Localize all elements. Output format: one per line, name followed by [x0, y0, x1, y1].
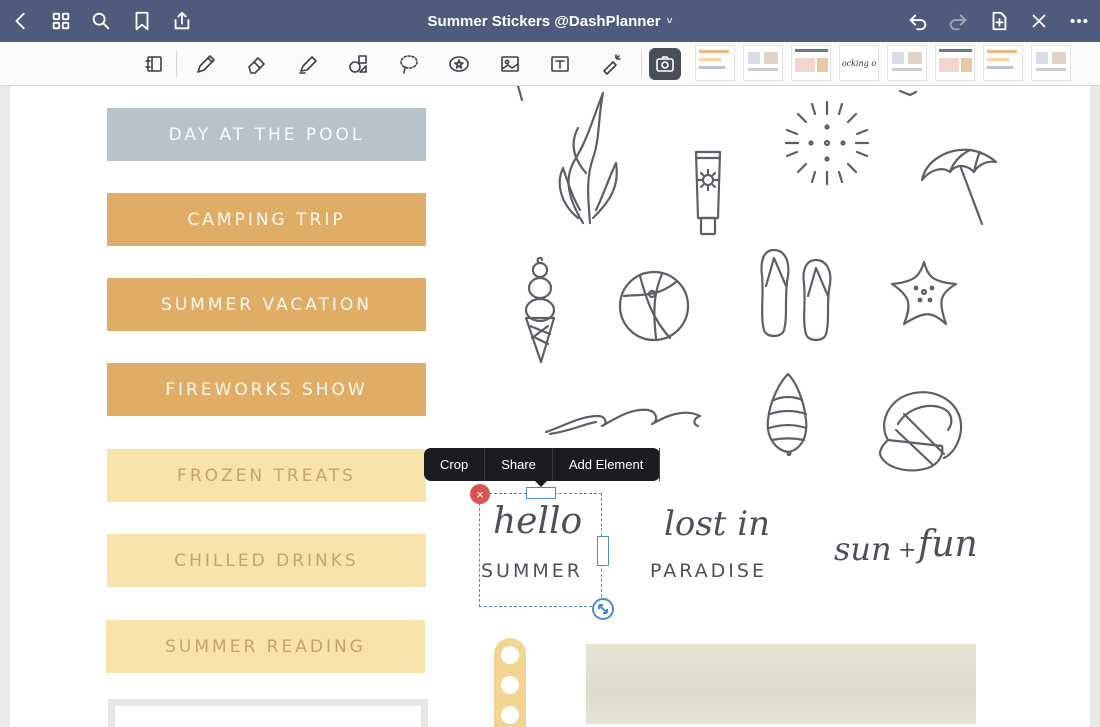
sticker-script-text: lost in	[664, 504, 771, 544]
page-thumbnails: ocking o	[695, 45, 1100, 83]
close-icon[interactable]	[1024, 6, 1054, 36]
label-sticker-chilled-drinks[interactable]: CHILLED DRINKS	[107, 534, 426, 587]
shapes-icon[interactable]	[342, 48, 374, 80]
laser-pointer-icon[interactable]	[595, 48, 627, 80]
search-icon[interactable]	[86, 6, 116, 36]
share-label: Share	[501, 457, 536, 472]
label-text: FROZEN TREATS	[177, 465, 356, 486]
page-thumbnail[interactable]	[695, 45, 735, 81]
sticker-page[interactable]: DAY AT THE POOL CAMPING TRIP SUMMER VACA…	[10, 86, 1090, 727]
frame-sticker[interactable]	[108, 699, 428, 727]
firework-sticker[interactable]	[782, 100, 872, 186]
notebook-icon[interactable]	[138, 48, 170, 80]
selection-top-handle[interactable]	[526, 487, 556, 499]
label-text: CHILLED DRINKS	[174, 550, 359, 571]
starfish-sticker[interactable]	[888, 258, 960, 330]
sticker-script-text: fun	[918, 524, 978, 565]
document-title: Summer Stickers @DashPlanner	[427, 12, 661, 30]
camera-icon[interactable]	[649, 48, 681, 80]
sticker-caps-text: PARADISE	[650, 560, 767, 582]
tab-strip-sticker[interactable]	[494, 638, 526, 727]
beach-umbrella-sticker[interactable]	[914, 142, 998, 228]
page-thumbnail[interactable]	[791, 45, 831, 81]
document-title-area: Summer Stickers @DashPlanner ˅	[0, 0, 1100, 42]
hole	[501, 676, 519, 694]
sticker-script-text: sun	[834, 530, 892, 568]
lost-in-paradise-sticker[interactable]: lost in PARADISE	[650, 504, 790, 584]
bookmark-icon[interactable]	[127, 6, 157, 36]
add-element-menu-item[interactable]: Add Element	[553, 448, 661, 481]
sunscreen-sticker[interactable]	[688, 146, 728, 238]
crop-menu-item[interactable]: Crop	[424, 448, 486, 481]
sun-hat-sticker[interactable]	[874, 384, 966, 476]
beach-ball-sticker[interactable]	[616, 268, 692, 344]
page-thumbnail[interactable]	[935, 45, 975, 81]
label-sticker-summer-reading[interactable]: SUMMER READING	[106, 620, 425, 673]
more-icon[interactable]	[1064, 6, 1094, 36]
label-text: FIREWORKS SHOW	[165, 379, 368, 400]
context-menu-arrow	[534, 480, 548, 487]
share-menu-item[interactable]: Share	[485, 448, 553, 481]
back-icon[interactable]	[6, 6, 36, 36]
thumbnail-text: ocking o	[841, 58, 877, 68]
selection-right-handle[interactable]	[597, 536, 609, 566]
eraser-icon[interactable]	[241, 48, 273, 80]
page-thumbnail[interactable]: ocking o	[839, 45, 879, 81]
add-page-icon[interactable]	[984, 6, 1014, 36]
label-text: SUMMER READING	[165, 636, 366, 657]
tool-bar: ocking o	[0, 42, 1100, 86]
page-thumbnail[interactable]	[983, 45, 1023, 81]
undo-icon[interactable]	[903, 6, 933, 36]
label-sticker-camping-trip[interactable]: CAMPING TRIP	[107, 193, 426, 246]
crop-label: Crop	[440, 457, 469, 472]
page-thumbnail[interactable]	[1031, 45, 1071, 81]
flip-flops-sticker[interactable]	[756, 246, 838, 346]
label-sticker-day-at-the-pool[interactable]: DAY AT THE POOL	[107, 108, 426, 161]
sun-fun-sticker[interactable]: sun + fun	[834, 516, 990, 586]
hole	[501, 706, 519, 724]
label-text: SUMMER VACATION	[160, 294, 373, 315]
hole	[501, 646, 519, 664]
washi-tape-sticker[interactable]	[586, 644, 976, 724]
context-menu: Crop Share Add Element	[424, 448, 661, 487]
plus-symbol: +	[898, 538, 917, 563]
document-title-button[interactable]: Summer Stickers @DashPlanner ˅	[428, 13, 673, 30]
ice-cream-sticker[interactable]	[518, 256, 564, 366]
label-sticker-fireworks-show[interactable]: FIREWORKS SHOW	[107, 363, 426, 416]
seashell-sticker[interactable]	[762, 370, 812, 457]
page-thumbnail[interactable]	[887, 45, 927, 81]
highlighter-icon[interactable]	[292, 48, 324, 80]
grid-icon[interactable]	[46, 6, 76, 36]
toolbar-divider	[641, 51, 642, 77]
delete-selection-icon[interactable]: ×	[470, 484, 490, 504]
share-icon[interactable]	[167, 6, 197, 36]
text-icon[interactable]	[544, 48, 576, 80]
partial-doodle[interactable]	[514, 86, 526, 102]
label-text: CAMPING TRIP	[187, 209, 346, 230]
title-bar: Summer Stickers @DashPlanner ˅	[0, 0, 1100, 42]
resize-handle-icon[interactable]	[592, 598, 614, 620]
waves-sticker[interactable]	[544, 396, 704, 436]
label-sticker-frozen-treats[interactable]: FROZEN TREATS	[107, 449, 426, 502]
seaweed-sticker[interactable]	[548, 88, 628, 228]
toolbar-divider	[176, 51, 177, 77]
sticker-icon[interactable]	[443, 48, 475, 80]
selection-box[interactable]	[479, 493, 602, 607]
chevron-down-icon: ˅	[666, 15, 673, 27]
redo-icon[interactable]	[943, 6, 973, 36]
page-thumbnail[interactable]	[743, 45, 783, 81]
lasso-icon[interactable]	[393, 48, 425, 80]
partial-doodle[interactable]	[898, 86, 918, 97]
image-icon[interactable]	[494, 48, 526, 80]
pen-icon[interactable]	[190, 48, 222, 80]
add-element-label: Add Element	[568, 457, 644, 472]
label-text: DAY AT THE POOL	[168, 124, 365, 145]
label-sticker-summer-vacation[interactable]: SUMMER VACATION	[107, 278, 426, 331]
